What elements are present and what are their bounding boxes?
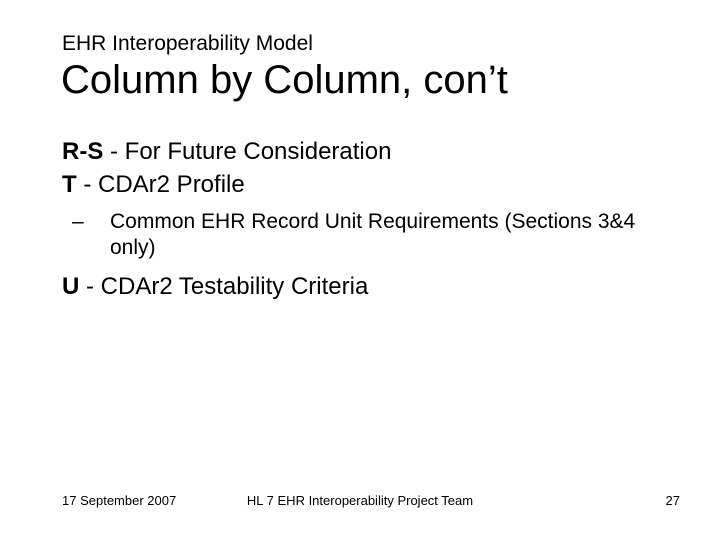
bullet-rs: R-S - For Future Consideration [62,137,652,167]
bullet-rs-text: - For Future Consideration [103,138,391,165]
subbullet-1: –Common EHR Record Unit Requirements (Se… [62,209,652,262]
bullet-u-label: U [62,273,79,300]
bullet-u: U - CDAr2 Testability Criteria [62,272,652,302]
slide: EHR Interoperability Model Column by Col… [0,0,720,540]
slide-body: R-S - For Future Consideration T - CDAr2… [62,137,652,305]
footer-page-number: 27 [666,493,680,508]
slide-title: Column by Column, con’t [61,58,508,103]
bullet-t-text: - CDAr2 Profile [77,171,245,198]
slide-supertitle: EHR Interoperability Model [62,32,313,56]
dash-icon: – [91,209,110,235]
bullet-t: T - CDAr2 Profile [62,170,652,200]
subbullet-1-text: Common EHR Record Unit Requirements (Sec… [110,210,635,259]
bullet-t-label: T [62,171,77,198]
footer-center: HL 7 EHR Interoperability Project Team [0,493,720,508]
bullet-rs-label: R-S [62,138,103,165]
bullet-u-text: - CDAr2 Testability Criteria [79,273,368,300]
